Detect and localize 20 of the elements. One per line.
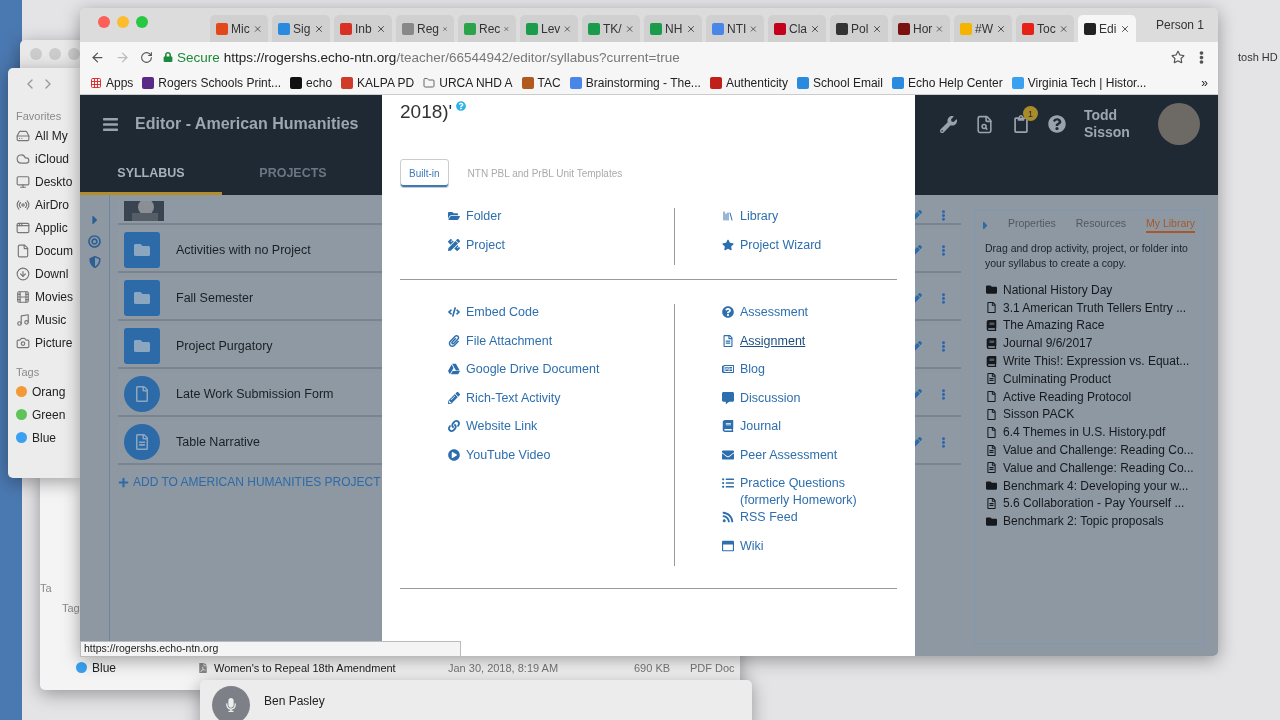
file-kind: PDF Doc xyxy=(690,662,735,674)
file-size: 690 KB xyxy=(634,662,672,674)
notification-badge: 1 xyxy=(1023,106,1038,121)
row-title: Table Narrative xyxy=(176,435,261,449)
status-url: https://rogershs.echo-ntn.org xyxy=(80,641,461,657)
row-title: Activities with no Project xyxy=(176,243,311,257)
tag-label: Blue xyxy=(92,660,117,675)
favorites-heading: Favorites xyxy=(15,109,63,124)
dialog-title: 2018)' xyxy=(400,101,453,123)
row-title: Late Work Submission Form xyxy=(176,387,334,401)
file-date: Jan 30, 2018, 8:19 AM xyxy=(448,662,560,674)
tags-heading: Ta xyxy=(40,581,53,596)
drive-label: tosh HD xyxy=(1238,51,1278,63)
tags-heading: Tag xyxy=(61,601,81,616)
row-title: Project Purgatory xyxy=(176,339,273,353)
panel-hint: Drag and drop activity, project, or folder into your syllabus to create a copy. xyxy=(985,241,1189,271)
secure-label: Secure xyxy=(177,49,220,65)
row-title: Fall Semester xyxy=(176,291,254,305)
page-title: Editor - American Humanities xyxy=(135,115,359,133)
tags-heading: Tags xyxy=(15,365,41,380)
